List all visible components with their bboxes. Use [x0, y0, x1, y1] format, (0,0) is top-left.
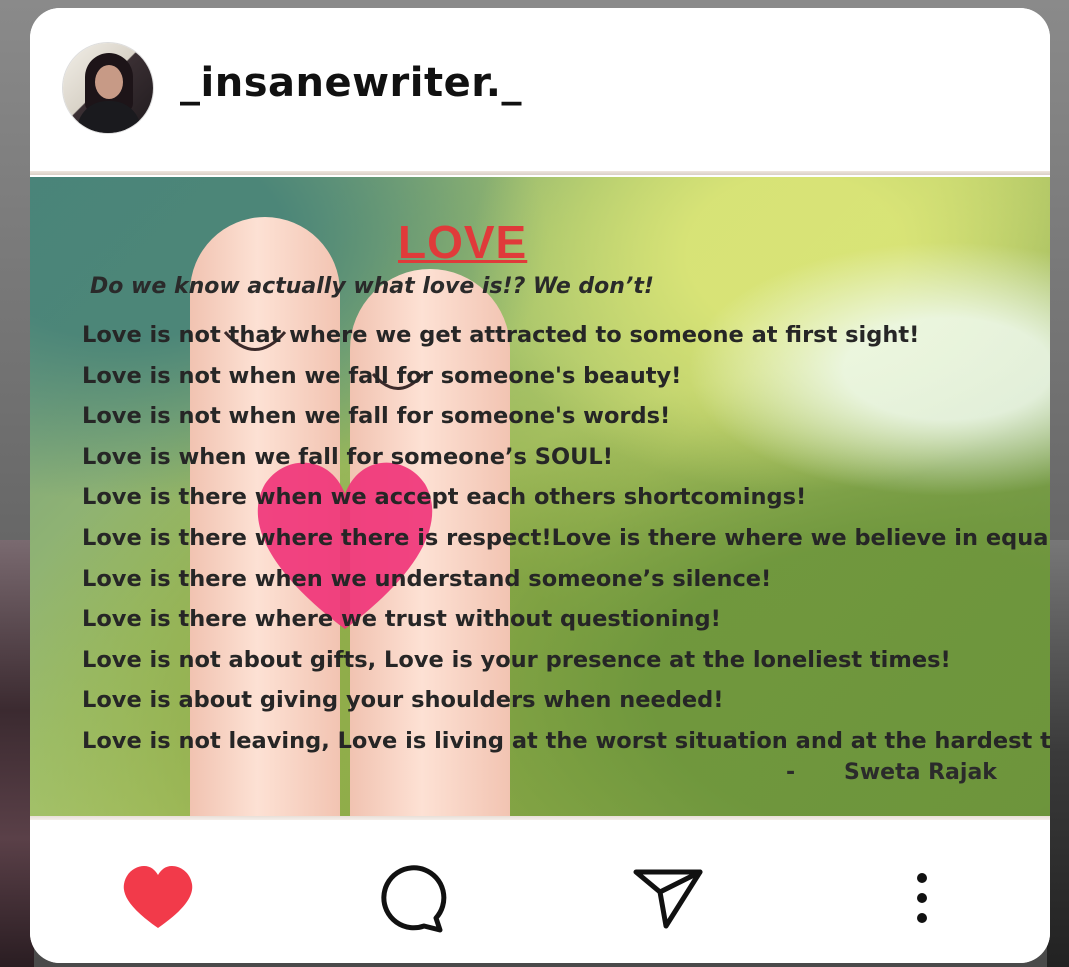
comment-bubble-icon [381, 865, 447, 933]
poem-line: Love is not when we fall for someone's b… [82, 362, 682, 389]
post-author: - Sweta Rajak [786, 760, 997, 785]
background-edge-right [1047, 540, 1069, 967]
post-title: LOVE [398, 216, 528, 268]
header-divider [30, 171, 1050, 175]
post-subtitle: Do we know actually what love is!? We do… [90, 274, 654, 299]
comment-button[interactable] [372, 858, 452, 938]
action-bar [30, 820, 1050, 963]
more-options-button[interactable] [882, 858, 962, 938]
author-dash: - [786, 760, 796, 785]
more-vertical-icon [917, 873, 927, 923]
avatar[interactable] [63, 43, 153, 133]
share-button[interactable] [628, 858, 708, 938]
poem-line: Love is not that where we get attracted … [82, 322, 920, 348]
username[interactable]: _insanewriter._ [180, 60, 522, 106]
poem-line: Love is when we fall for someone’s SOUL! [82, 443, 613, 470]
background-edge-left [0, 540, 34, 967]
poem-line: Love is there when we accept each others… [82, 484, 807, 511]
poem-line: Love is not about gifts, Love is your pr… [82, 646, 951, 673]
author-name: Sweta Rajak [844, 760, 997, 785]
poem-lines: Love is not that where we get attracted … [82, 315, 1050, 762]
avatar-face [95, 65, 123, 99]
poem-line: Love is not leaving, Love is living at t… [82, 727, 1050, 754]
poem-line: Love is there when we understand someone… [82, 565, 772, 592]
post-image[interactable]: LOVE Do we know actually what love is!? … [30, 177, 1050, 817]
poem-line: Love is there where we trust without que… [82, 606, 721, 633]
heart-icon [123, 866, 193, 928]
poem-line: Love is about giving your shoulders when… [82, 687, 724, 714]
poem-line: Love is not when we fall for someone's w… [82, 403, 671, 430]
post-card: _insanewriter._ LOVE Do we know actually… [30, 8, 1050, 963]
like-button[interactable] [118, 858, 198, 938]
post-header: _insanewriter._ [30, 8, 1050, 174]
poem-line: Love is there where there is respect!Lov… [82, 524, 1050, 551]
send-icon [633, 869, 703, 929]
